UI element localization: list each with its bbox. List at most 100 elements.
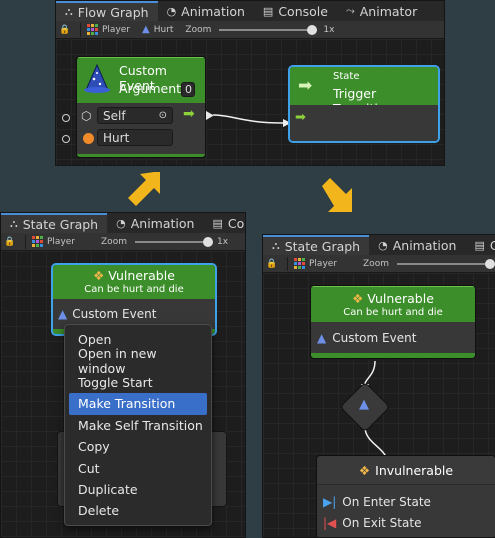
invulnerable-node-body: ▶| On Enter State |◀ On Exit State (317, 485, 495, 537)
tab-console[interactable]: ▤ Co (203, 213, 245, 233)
wizard-hat-icon: ▲ (317, 330, 327, 345)
target-picker-icon[interactable]: ⊙ (159, 110, 167, 121)
trigger-transition-node[interactable]: ➡ State Trigger Transition ➡ (288, 65, 440, 143)
player-breadcrumb[interactable]: Player (294, 258, 337, 269)
zoom-slider[interactable] (134, 236, 213, 247)
graph-toolbar: 🔒 Player Zoom 1x (1, 233, 245, 251)
wizard-hat-icon (83, 63, 111, 94)
custom-event-node[interactable]: Custom Event Arguments 0 ⬡ Self ⊙ Hurt ➡ (76, 56, 206, 158)
grid-dots-icon (294, 258, 305, 269)
vulnerable-node-body: ▲ Custom Event (311, 322, 475, 353)
state-cubes-icon: ❖ (358, 462, 371, 478)
graph-toolbar: 🔒 Player ▲ Hurt Zoom 1x (56, 21, 444, 39)
tab-state-graph[interactable]: ⛬ State Graph (263, 235, 370, 255)
vulnerable-subtitle: Can be hurt and die (343, 307, 443, 318)
menu-make-transition[interactable]: Make Transition (69, 393, 207, 415)
custom-event-row: Custom Event (72, 307, 157, 321)
invulnerable-title: Invulnerable (375, 462, 454, 478)
self-input-port[interactable] (62, 114, 70, 122)
tab-console[interactable]: ▤C (465, 235, 495, 255)
menu-open-new-window[interactable]: Open in new window (69, 346, 207, 376)
grid-dots-icon (32, 236, 43, 247)
menu-copy[interactable]: Copy (69, 436, 207, 457)
wizard-hat-icon: ▲ (58, 307, 68, 321)
self-field[interactable]: Self ⊙ (97, 107, 173, 124)
arguments-label: Arguments (119, 81, 188, 96)
tab-animator[interactable]: ⤳ Animator (337, 1, 426, 21)
flow-output-arrow-icon[interactable]: ➡ (183, 106, 195, 122)
context-menu: Open Open in new window Toggle Start Mak… (64, 324, 212, 526)
toolbar-divider (25, 234, 26, 249)
flow-graph-window: ⛬ Flow Graph ◔ Animation ▤ Console ⤳ Animato… (55, 0, 445, 166)
exit-state-icon: |◀ (323, 515, 337, 530)
zoom-label: Zoom (101, 236, 127, 247)
zoom-slider-handle[interactable] (484, 258, 495, 269)
menu-cut[interactable]: Cut (69, 457, 207, 478)
zoom-label: Zoom (363, 258, 389, 269)
zoom-slider-handle[interactable] (307, 24, 318, 35)
trigger-transition-header: ➡ State Trigger Transition (290, 67, 438, 116)
hurt-breadcrumb[interactable]: ▲ Hurt (142, 24, 173, 35)
vulnerable-node-header: ❖ Vulnerable Can be hurt and die (311, 286, 475, 322)
enter-state-icon: ▶| (323, 494, 337, 509)
node-footer-bar (77, 154, 205, 157)
flow-input-port-icon[interactable]: ➡ (295, 110, 306, 125)
flow-output-port[interactable] (206, 111, 213, 120)
invulnerable-state-node[interactable]: ❖ Invulnerable ▶| On Enter State |◀ On E… (316, 455, 495, 537)
custom-event-node-header: Custom Event Arguments 0 (77, 57, 205, 103)
transition-wizard-hat-icon: ▲ (359, 397, 369, 412)
tab-animation[interactable]: ◔ Animation (369, 235, 465, 255)
custom-event-row: Custom Event (332, 330, 417, 345)
menu-duplicate[interactable]: Duplicate (69, 479, 207, 500)
on-exit-state-row: |◀ On Exit State (323, 515, 422, 530)
console-icon: ▤ (212, 216, 223, 230)
vulnerable-title: Vulnerable (108, 268, 175, 283)
zoom-slider[interactable] (219, 24, 318, 35)
clock-icon: ◔ (166, 4, 177, 18)
vulnerable-state-node[interactable]: ❖ Vulnerable Can be hurt and die ▲ Custo… (310, 285, 476, 359)
player-breadcrumb[interactable]: Player (87, 24, 130, 35)
state-cubes-icon: ❖ (93, 268, 105, 283)
clock-icon: ◔ (116, 216, 126, 230)
grid-dots-icon (87, 24, 98, 35)
menu-delete[interactable]: Delete (69, 500, 207, 521)
menu-make-self-transition[interactable]: Make Self Transition (69, 415, 207, 436)
state-cubes-icon: ❖ (352, 291, 364, 306)
vulnerable-subtitle: Can be hurt and die (84, 284, 184, 295)
hurt-event-icon (83, 133, 94, 144)
hierarchy-icon: ⛬ (65, 5, 73, 18)
graph-toolbar: 🔒 Player Zoom (263, 255, 495, 273)
state-graph-window-right: ⛬State Graph ◔Animation ▤C 🔒 Player Zoom… (262, 234, 495, 538)
tab-animation[interactable]: ◔ Animation (158, 1, 254, 21)
wizard-hat-icon: ▲ (142, 24, 150, 35)
tab-bar: ⛬ State Graph ◔ Animation ▤ Co (1, 213, 245, 233)
zoom-slider[interactable] (396, 258, 495, 269)
yellow-arrow-up (128, 172, 160, 206)
event-input-port[interactable] (62, 135, 70, 143)
zoom-slider-handle[interactable] (202, 236, 213, 247)
lock-icon[interactable]: 🔒 (1, 237, 19, 247)
tab-state-graph[interactable]: ⛬ State Graph (1, 213, 108, 233)
vulnerable-node-header: ❖ Vulnerable Can be hurt and die (53, 265, 215, 299)
tab-flow-graph[interactable]: ⛬ Flow Graph (56, 1, 158, 21)
hierarchy-icon: ⛬ (10, 217, 18, 230)
toolbar-divider (287, 256, 288, 271)
lock-icon[interactable]: 🔒 (263, 259, 281, 269)
state-graph-window-left: ⛬ State Graph ◔ Animation ▤ Co 🔒 Player Zoo… (0, 212, 246, 538)
tab-animation[interactable]: ◔ Animation (107, 213, 203, 233)
zoom-value: 1x (216, 236, 229, 247)
player-breadcrumb[interactable]: Player (32, 236, 75, 247)
event-name-field[interactable]: Hurt (97, 129, 173, 146)
tab-console[interactable]: ▤ Console (254, 1, 337, 21)
arguments-count-field[interactable]: 0 (181, 82, 195, 97)
console-icon: ▤ (262, 4, 274, 18)
toolbar-divider (80, 22, 81, 37)
invulnerable-node-header: ❖ Invulnerable (317, 456, 495, 485)
clock-icon: ◔ (378, 238, 388, 252)
tab-bar: ⛬State Graph ◔Animation ▤C (263, 235, 495, 255)
lock-icon[interactable]: 🔒 (56, 25, 74, 35)
zoom-value: 1x (323, 24, 335, 35)
tab-bar: ⛬ Flow Graph ◔ Animation ▤ Console ⤳ Animato… (56, 1, 444, 21)
console-icon: ▤ (474, 238, 485, 252)
animator-icon: ⤳ (345, 4, 355, 17)
